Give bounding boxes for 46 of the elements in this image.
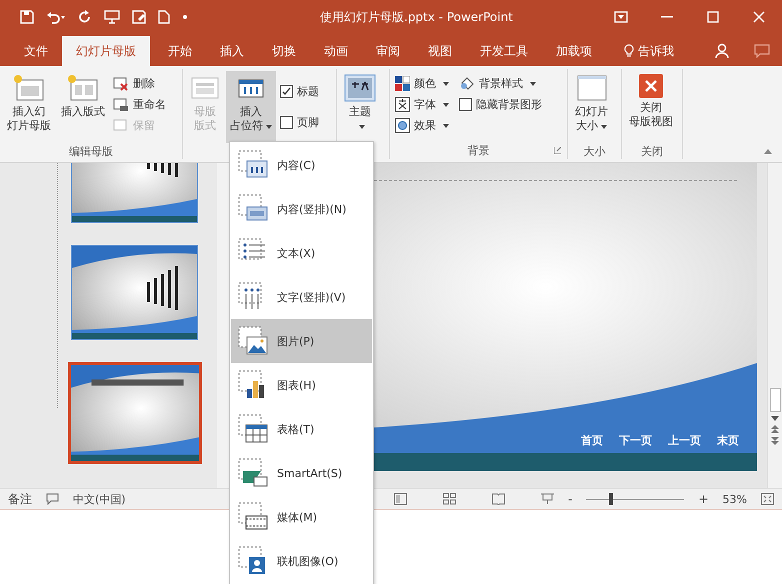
zoom-out-button[interactable]: - [568, 492, 572, 506]
ribbon-tab[interactable]: 加载项 [542, 36, 606, 66]
menu-item[interactable]: 表格(T) [231, 407, 372, 451]
menu-item[interactable]: 文字(竖排)(V) [231, 275, 372, 319]
zoom-level[interactable]: 53% [722, 492, 747, 506]
zoom-in-button[interactable]: + [698, 492, 709, 506]
insert-slide-master-button[interactable]: 插入幻 灯片母版 [3, 71, 55, 143]
insert-placeholder-button[interactable]: 插入 占位符 [226, 71, 276, 143]
checkbox[interactable]: 隐藏背景图形 [457, 96, 544, 113]
menu-item[interactable]: 内容(C) [231, 143, 372, 187]
theme-option-button[interactable]: 颜色 [393, 75, 451, 92]
menu-item[interactable]: 内容(竖排)(N) [231, 187, 372, 231]
group-label: 编辑母版 [69, 144, 113, 158]
ribbon-command[interactable]: 重命名 [111, 96, 168, 113]
ribbon-tab[interactable]: 开发工具 [466, 36, 542, 66]
theme-option-button[interactable]: 字体 [393, 96, 451, 113]
ribbon-tab[interactable]: 开始 [154, 36, 206, 66]
group-label: 大小 [584, 144, 606, 158]
window-title: 使用幻灯片母版.pptx - PowerPoint [320, 8, 514, 26]
menu-item[interactable]: 媒体(M) [231, 495, 372, 539]
close-master-view-button[interactable]: 关闭 母版视图 [625, 71, 677, 143]
ribbon-tab[interactable]: 动画 [310, 36, 362, 66]
menu-item[interactable]: SmartArt(S) [231, 451, 372, 495]
ribbon-tab[interactable]: 视图 [414, 36, 466, 66]
theme-option-button[interactable]: 效果 [393, 117, 451, 134]
theme-button[interactable]: 主题 [340, 71, 380, 143]
ribbon-tab[interactable]: 切换 [258, 36, 310, 66]
menu-item[interactable]: 文本(X) [231, 231, 372, 275]
language-indicator: 中文(中国) [73, 492, 126, 506]
group-label: 背景 [468, 142, 490, 158]
slide-size-button[interactable]: 幻灯片 大小 [571, 71, 612, 143]
checkbox[interactable]: 标题 [278, 83, 321, 100]
ribbon-tab[interactable]: 审阅 [362, 36, 414, 66]
group-label: 关闭 [641, 144, 663, 158]
ribbon-tab[interactable]: 文件 [10, 36, 62, 66]
ribbon-tab[interactable]: 插入 [206, 36, 258, 66]
menu-item[interactable]: 联机图像(O) [231, 539, 372, 583]
background-styles-button[interactable]: 背景样式 [457, 75, 544, 92]
ribbon-command[interactable]: 删除 [111, 75, 168, 92]
notes-button[interactable]: 备注 [8, 490, 32, 508]
ribbon-tab[interactable]: 幻灯片母版 [62, 36, 150, 66]
menu-item[interactable]: 图表(H) [231, 363, 372, 407]
insert-layout-button[interactable]: 插入版式 [57, 71, 109, 143]
tell-me-button[interactable]: 告诉我 [614, 36, 684, 66]
checkbox[interactable]: 页脚 [278, 114, 321, 131]
menu-item[interactable]: 图片(P) [231, 319, 372, 363]
